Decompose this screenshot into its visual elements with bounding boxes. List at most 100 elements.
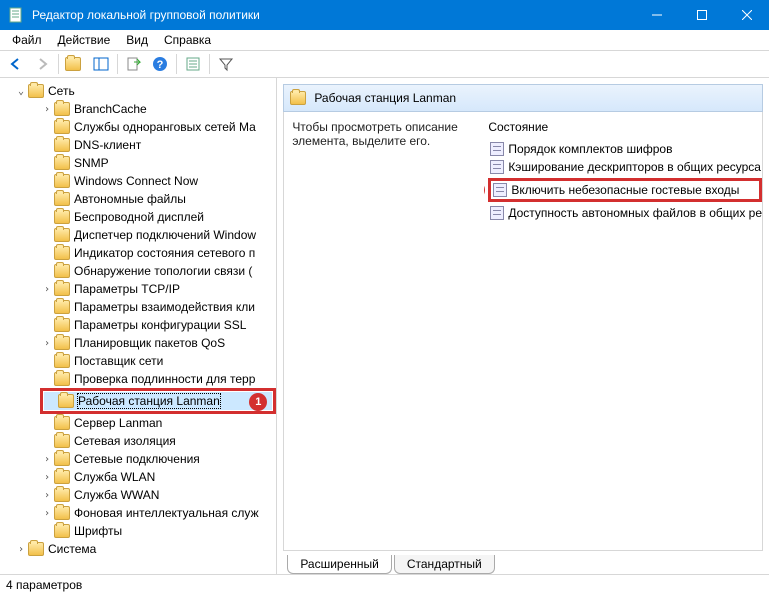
expand-icon[interactable]: › [40, 508, 54, 519]
folder-icon [54, 470, 70, 484]
tree-node[interactable]: Параметры взаимодействия кли [0, 298, 276, 316]
tree-node[interactable]: Беспроводной дисплей [0, 208, 276, 226]
show-hide-tree-button[interactable] [89, 52, 113, 76]
expand-icon[interactable]: › [40, 284, 54, 295]
setting-label: Кэширование дескрипторов в общих ресурса [508, 160, 761, 174]
close-button[interactable] [724, 0, 769, 30]
up-button[interactable] [63, 52, 87, 76]
folder-icon [54, 264, 70, 278]
details-body: Чтобы просмотреть описание элемента, выд… [283, 112, 763, 551]
tab-standard[interactable]: Стандартный [394, 555, 495, 574]
toolbar: ? [0, 50, 769, 78]
tree-node[interactable]: SNMP [0, 154, 276, 172]
tree-label: Автономные файлы [74, 192, 186, 206]
tree-label: Индикатор состояния сетевого п [74, 246, 255, 260]
forward-button[interactable] [30, 52, 54, 76]
tree-label: Служба WLAN [74, 470, 155, 484]
tree-label: Система [48, 542, 96, 556]
tree-node[interactable]: Параметры конфигурации SSL [0, 316, 276, 334]
description-text: Чтобы просмотреть описание элемента, выд… [284, 112, 484, 550]
folder-icon [58, 394, 74, 408]
tree-label: Служба WWAN [74, 488, 159, 502]
details-header: Рабочая станция Lanman [283, 84, 763, 112]
tree-node[interactable]: Диспетчер подключений Window [0, 226, 276, 244]
setting-label: Доступность автономных файлов в общих ре [508, 206, 762, 220]
titlebar: Редактор локальной групповой политики [0, 0, 769, 30]
tree-label: BranchCache [74, 102, 147, 116]
tree-node[interactable]: Службы одноранговых сетей Ма [0, 118, 276, 136]
help-button[interactable]: ? [148, 52, 172, 76]
tree-node[interactable]: Сервер Lanman [0, 414, 276, 432]
column-header[interactable]: Состояние [488, 120, 762, 134]
tree-node[interactable]: ›Планировщик пакетов QoS [0, 334, 276, 352]
export-button[interactable] [122, 52, 146, 76]
tree-label: Беспроводной дисплей [74, 210, 204, 224]
tree-node-selected[interactable]: Рабочая станция Lanman [44, 392, 272, 410]
setting-item[interactable]: Доступность автономных файлов в общих ре [488, 204, 762, 222]
expand-icon[interactable]: › [40, 338, 54, 349]
tree-node[interactable]: › Служба WLAN [0, 468, 276, 486]
back-button[interactable] [4, 52, 28, 76]
menubar: Файл Действие Вид Справка [0, 30, 769, 50]
folder-icon [54, 416, 70, 430]
folder-icon [54, 300, 70, 314]
folder-icon [54, 228, 70, 242]
folder-icon [54, 488, 70, 502]
tree-node[interactable]: Шрифты [0, 522, 276, 540]
setting-item[interactable]: Кэширование дескрипторов в общих ресурса [488, 158, 762, 176]
setting-item[interactable]: Порядок комплектов шифров [488, 140, 762, 158]
tree-pane: ⌄ Сеть › BranchCache Службы одноранговых с… [0, 78, 277, 574]
collapse-icon[interactable]: ⌄ [14, 86, 28, 97]
folder-icon [28, 84, 44, 98]
tree-label: Фоновая интеллектуальная служ [74, 506, 259, 520]
setting-item[interactable]: Включить небезопасные гостевые входы [491, 181, 759, 199]
tree-node[interactable]: Сетевая изоляция [0, 432, 276, 450]
tree-node[interactable]: Обнаружение топологии связи ( [0, 262, 276, 280]
tree-node[interactable]: Автономные файлы [0, 190, 276, 208]
tree-node[interactable]: › Служба WWAN [0, 486, 276, 504]
maximize-button[interactable] [679, 0, 724, 30]
folder-icon [65, 57, 81, 71]
folder-icon [54, 156, 70, 170]
tree-node[interactable]: Проверка подлинности для терр [0, 370, 276, 388]
expand-icon[interactable]: › [40, 490, 54, 501]
expand-icon[interactable]: › [40, 104, 54, 115]
folder-icon [28, 542, 44, 556]
menu-view[interactable]: Вид [118, 31, 156, 49]
expand-icon[interactable]: › [14, 544, 28, 555]
tree-label: DNS-клиент [74, 138, 141, 152]
tree-node[interactable]: › Параметры TCP/IP [0, 280, 276, 298]
tree-label: Поставщик сети [74, 354, 163, 368]
tree-node[interactable]: › BranchCache [0, 100, 276, 118]
toolbar-separator [176, 54, 177, 74]
menu-file[interactable]: Файл [4, 31, 50, 49]
tree-node[interactable]: ›Сетевые подключения [0, 450, 276, 468]
filter-button[interactable] [214, 52, 238, 76]
tab-extended[interactable]: Расширенный [287, 555, 392, 574]
callout-badge-2: 2 [484, 181, 485, 199]
tree-node[interactable]: DNS-клиент [0, 136, 276, 154]
folder-icon [54, 102, 70, 116]
tree-node[interactable]: Поставщик сети [0, 352, 276, 370]
status-text: 4 параметров [6, 578, 82, 592]
tree-node[interactable]: Windows Connect Now [0, 172, 276, 190]
folder-icon [54, 372, 70, 386]
folder-icon [54, 318, 70, 332]
setting-icon [493, 183, 507, 197]
expand-icon[interactable]: › [40, 454, 54, 465]
setting-label: Порядок комплектов шифров [508, 142, 672, 156]
toolbar-separator [209, 54, 210, 74]
folder-icon [54, 246, 70, 260]
tree-node[interactable]: › Фоновая интеллектуальная служ [0, 504, 276, 522]
tree-label: Параметры TCP/IP [74, 282, 180, 296]
tree-node[interactable]: Индикатор состояния сетевого п [0, 244, 276, 262]
minimize-button[interactable] [634, 0, 679, 30]
tree-node-root[interactable]: ⌄ Сеть [0, 82, 276, 100]
menu-help[interactable]: Справка [156, 31, 219, 49]
properties-button[interactable] [181, 52, 205, 76]
tree-node[interactable]: › Система [0, 540, 276, 558]
svg-text:?: ? [157, 59, 164, 71]
menu-action[interactable]: Действие [50, 31, 119, 49]
expand-icon[interactable]: › [40, 472, 54, 483]
toolbar-separator [117, 54, 118, 74]
